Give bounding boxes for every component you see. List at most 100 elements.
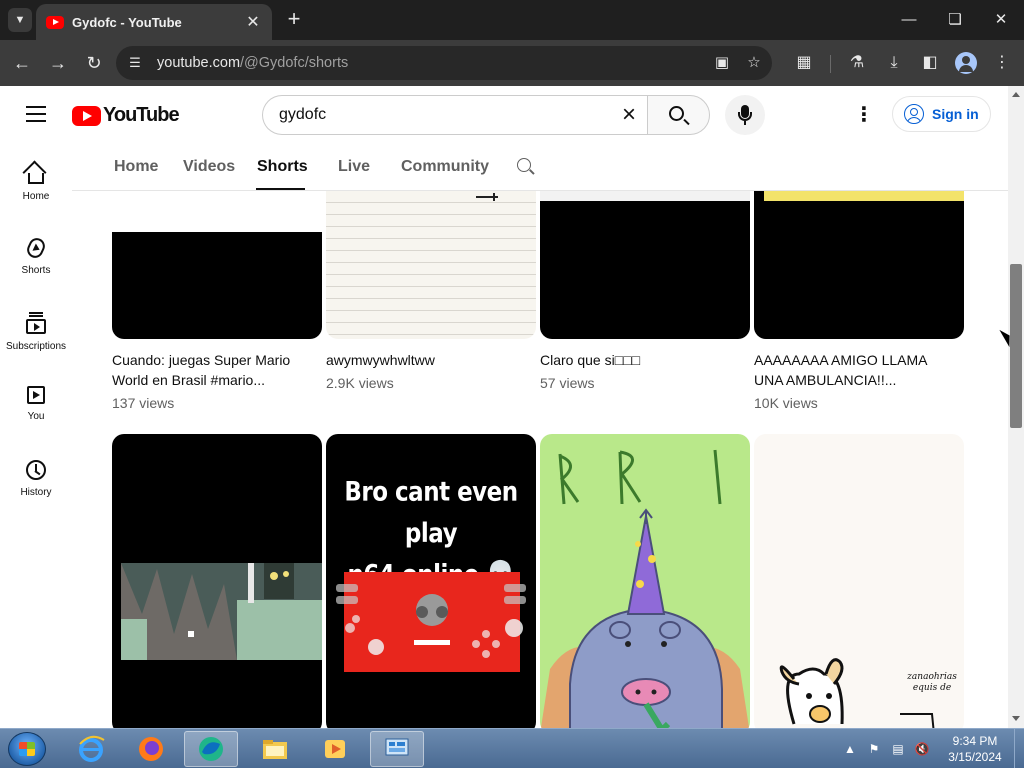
mario-game-screenshot bbox=[121, 563, 322, 660]
restore-button[interactable]: ❏ bbox=[941, 6, 969, 34]
taskbar-edge[interactable] bbox=[184, 731, 238, 767]
settings-more-icon[interactable]: ⋮ bbox=[852, 103, 876, 127]
show-desktop-button[interactable] bbox=[1014, 729, 1024, 768]
youtube-logo-text: YouTube bbox=[103, 104, 180, 126]
clock-time: 9:34 PM bbox=[952, 734, 998, 748]
taskbar-clock[interactable]: 9:34 PM 3/15/2024 bbox=[940, 733, 1010, 765]
youtube-favicon-icon bbox=[46, 15, 64, 29]
home-icon bbox=[28, 173, 44, 184]
sidebar-label: Subscriptions bbox=[5, 341, 67, 352]
control-panel-icon bbox=[385, 738, 409, 756]
sidebar-item-history[interactable]: History bbox=[0, 440, 72, 514]
sidebar-item-shorts[interactable]: Shorts bbox=[0, 218, 72, 292]
clock-date: 3/15/2024 bbox=[948, 750, 1002, 764]
search-input[interactable]: gydofc × bbox=[262, 95, 648, 135]
scroll-down-arrow-icon[interactable] bbox=[1012, 716, 1020, 721]
tab-close-icon[interactable]: ✕ bbox=[244, 12, 262, 32]
short-thumbnail[interactable] bbox=[754, 191, 964, 339]
notebook-scribble bbox=[476, 193, 498, 201]
short-thumbnail[interactable]: Bro cant even play n64 online 💀 bbox=[326, 434, 536, 728]
short-thumbnail[interactable] bbox=[112, 232, 322, 339]
short-thumbnail[interactable] bbox=[540, 191, 750, 339]
caption-line: equis de bbox=[912, 683, 952, 693]
tab-search-menu-button[interactable]: ▼ bbox=[8, 8, 32, 32]
forward-button[interactable]: → bbox=[44, 49, 72, 77]
show-hidden-icons-icon[interactable]: ▲ bbox=[842, 741, 858, 757]
active-tab-indicator bbox=[256, 188, 305, 190]
tab-home[interactable]: Home bbox=[114, 158, 158, 176]
side-panel-icon[interactable]: ◧ bbox=[918, 51, 942, 75]
tab-shorts[interactable]: Shorts bbox=[257, 158, 308, 176]
tab-videos[interactable]: Videos bbox=[183, 158, 235, 176]
url-text[interactable]: youtube.com/@Gydofc/shorts bbox=[157, 55, 348, 71]
minimize-button[interactable]: — bbox=[895, 6, 923, 34]
short-title[interactable]: Cuando: juegas Super Mario World en Bras… bbox=[112, 350, 312, 390]
mini-guide-sidebar: Home Shorts Subscriptions You History bbox=[0, 144, 72, 728]
extensions-icon[interactable]: ▦ bbox=[792, 51, 816, 75]
subscriptions-icon bbox=[26, 315, 46, 334]
short-views: 57 views bbox=[540, 375, 595, 391]
shorts-icon bbox=[24, 235, 48, 261]
sidebar-item-subscriptions[interactable]: Subscriptions bbox=[0, 292, 72, 366]
site-info-icon[interactable]: ☰ bbox=[126, 54, 144, 72]
hippo-party-drawing bbox=[540, 449, 750, 728]
sidebar-item-home[interactable]: Home bbox=[0, 144, 72, 218]
youtube-logo[interactable]: YouTube bbox=[72, 104, 180, 127]
sidebar-label: Home bbox=[22, 191, 50, 202]
network-icon[interactable]: ▤ bbox=[890, 741, 906, 757]
sidebar-label: History bbox=[20, 487, 52, 498]
history-icon bbox=[26, 460, 46, 480]
short-thumbnail[interactable] bbox=[326, 191, 536, 339]
browser-menu-icon[interactable]: ⋮ bbox=[990, 51, 1014, 75]
tab-live[interactable]: Live bbox=[338, 158, 370, 176]
back-button[interactable]: ← bbox=[8, 49, 36, 77]
install-app-icon[interactable]: ▣ bbox=[712, 53, 732, 73]
browser-tab-active[interactable]: Gydofc - YouTube ✕ bbox=[36, 4, 272, 40]
search-button[interactable] bbox=[647, 95, 710, 135]
taskbar-control-panel[interactable] bbox=[370, 731, 424, 767]
media-player-icon bbox=[325, 740, 345, 758]
short-thumbnail[interactable] bbox=[540, 434, 750, 728]
short-title[interactable]: Claro que si□□□ bbox=[540, 350, 740, 370]
taskbar-internet-explorer[interactable] bbox=[64, 731, 118, 767]
scrollbar-thumb[interactable] bbox=[1010, 264, 1022, 428]
page-scrollbar[interactable] bbox=[1008, 86, 1024, 728]
reload-button[interactable]: ↻ bbox=[80, 49, 108, 77]
short-title[interactable]: awymwywhwltww bbox=[326, 350, 526, 370]
new-tab-button[interactable]: + bbox=[282, 8, 306, 32]
address-bar[interactable]: ☰ youtube.com/@Gydofc/shorts ▣ ☆ bbox=[116, 46, 772, 80]
account-icon bbox=[904, 104, 924, 124]
start-button[interactable] bbox=[8, 732, 46, 766]
taskbar-media-player[interactable] bbox=[308, 731, 362, 767]
sign-in-label: Sign in bbox=[932, 106, 979, 122]
action-center-flag-icon[interactable]: ⚑ bbox=[866, 741, 882, 757]
firefox-icon bbox=[139, 737, 163, 761]
you-icon bbox=[27, 386, 45, 404]
youtube-play-icon bbox=[72, 105, 101, 126]
clear-search-icon[interactable]: × bbox=[616, 102, 642, 128]
thumbnail-strip bbox=[764, 191, 964, 201]
short-thumbnail[interactable] bbox=[112, 434, 322, 728]
close-window-button[interactable]: ✕ bbox=[987, 6, 1015, 34]
bookmark-star-icon[interactable]: ☆ bbox=[744, 53, 764, 73]
youtube-page: YouTube gydofc × ⋮ Sign in Home Shorts S… bbox=[0, 86, 1024, 728]
short-thumbnail[interactable]: zanaohrias equis de bbox=[754, 434, 964, 728]
short-title[interactable]: AAAAAAAA AMIGO LLAMA UNA AMBULANCIA!!... bbox=[754, 350, 954, 390]
search-query-text[interactable]: gydofc bbox=[279, 106, 326, 124]
volume-muted-icon[interactable]: 🔇 bbox=[914, 741, 930, 757]
sign-in-button[interactable]: Sign in bbox=[892, 96, 991, 132]
scroll-up-arrow-icon[interactable] bbox=[1012, 92, 1020, 97]
microphone-stand bbox=[738, 112, 752, 121]
labs-flask-icon[interactable]: ⚗ bbox=[845, 51, 869, 75]
n64-emulator-screen bbox=[336, 572, 526, 672]
tab-community[interactable]: Community bbox=[401, 158, 489, 176]
voice-search-button[interactable] bbox=[725, 95, 765, 135]
profile-avatar-icon[interactable] bbox=[955, 52, 977, 74]
sidebar-item-you[interactable]: You bbox=[0, 366, 72, 440]
guide-menu-icon[interactable] bbox=[26, 106, 46, 122]
taskbar-firefox[interactable] bbox=[124, 731, 178, 767]
windows-taskbar: ▲ ⚑ ▤ 🔇 9:34 PM 3/15/2024 bbox=[0, 728, 1024, 768]
channel-search-icon[interactable] bbox=[517, 158, 531, 172]
downloads-icon[interactable]: ⤓ bbox=[882, 51, 906, 75]
taskbar-file-explorer[interactable] bbox=[248, 731, 302, 767]
